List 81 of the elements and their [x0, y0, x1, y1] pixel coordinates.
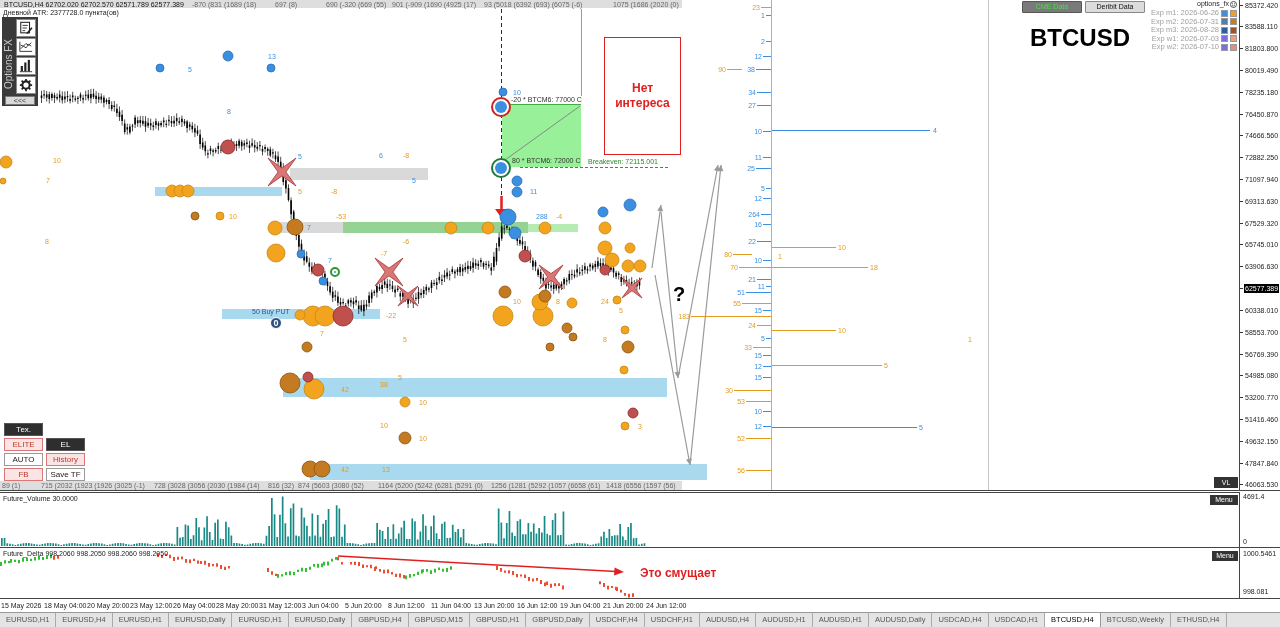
dot-icon	[296, 249, 306, 259]
note-text: Нет интереса	[614, 81, 671, 111]
dot-icon	[612, 295, 622, 305]
dot-icon	[633, 259, 647, 273]
dot-icon	[620, 421, 630, 431]
panel-button[interactable]: Save TF	[46, 468, 85, 481]
ring-marker-icon	[330, 267, 340, 277]
panel-button[interactable]: AUTO	[4, 453, 43, 466]
dot-icon	[215, 211, 225, 221]
dot-icon	[267, 220, 283, 236]
dot-icon	[266, 243, 286, 263]
dot-icon	[332, 305, 354, 327]
dot-icon	[561, 322, 573, 334]
star-marker-icon	[397, 285, 419, 307]
dot-icon	[399, 396, 411, 408]
dot-icon	[181, 184, 195, 198]
symbol-title: BTCUSD	[1030, 24, 1130, 52]
notepad-icon	[19, 21, 33, 35]
dot-icon	[597, 240, 613, 256]
brand-label: Options FX	[3, 38, 15, 91]
question-mark: ?	[673, 283, 686, 305]
dot-icon	[624, 242, 636, 254]
panel-button[interactable]: ELITE	[4, 438, 43, 451]
dot-icon	[621, 340, 635, 354]
settings-icon	[19, 78, 33, 92]
star-marker-icon	[621, 277, 643, 299]
dot-icon	[498, 285, 512, 299]
dot-icon	[619, 365, 629, 375]
smiley-icon	[1230, 0, 1237, 8]
panel-button[interactable]: EL	[46, 438, 85, 451]
dot-icon	[222, 50, 234, 62]
dot-icon	[266, 63, 276, 73]
settings-button[interactable]	[16, 76, 36, 94]
star-marker-icon	[374, 257, 404, 287]
dot-icon	[492, 305, 514, 327]
panel-button[interactable]: History	[46, 453, 85, 466]
dot-icon	[286, 218, 304, 236]
bar-chart-icon	[19, 59, 33, 73]
dot-icon	[499, 208, 517, 226]
dot-icon	[314, 305, 336, 327]
dot-icon	[568, 332, 578, 342]
dot-icon	[311, 263, 325, 277]
ring-marker-icon	[491, 158, 511, 178]
dot-icon	[604, 252, 620, 268]
indicators-button[interactable]	[16, 38, 36, 56]
dot-icon	[508, 226, 522, 240]
count-badge: 0	[270, 317, 282, 329]
dot-icon	[444, 221, 458, 235]
dot-icon	[621, 259, 635, 273]
dot-icon	[538, 221, 552, 235]
dot-icon	[498, 87, 508, 97]
dot-icon	[155, 63, 165, 73]
line-chart-icon	[19, 40, 33, 54]
ring-marker-icon	[491, 97, 511, 117]
dot-icon	[318, 276, 328, 286]
dot-icon	[623, 198, 637, 212]
dot-icon	[620, 325, 630, 335]
dot-icon	[511, 186, 523, 198]
note-text: Это смущает	[640, 566, 717, 580]
dot-icon	[481, 221, 495, 235]
dot-icon	[190, 211, 200, 221]
panel-button[interactable]: FB	[4, 468, 43, 481]
dot-icon	[532, 305, 554, 327]
dot-icon	[313, 460, 331, 478]
dot-icon	[597, 206, 609, 218]
dot-icon	[301, 341, 313, 353]
volume-button[interactable]	[16, 57, 36, 75]
star-marker-icon	[267, 157, 297, 187]
panel-button[interactable]: Тех.	[4, 423, 43, 436]
notes-button[interactable]	[16, 19, 36, 37]
dot-icon	[511, 175, 523, 187]
dot-icon	[566, 297, 578, 309]
dot-icon	[518, 249, 532, 263]
dot-icon	[627, 407, 639, 419]
dot-icon	[538, 289, 552, 303]
dot-icon	[398, 431, 412, 445]
dot-icon	[545, 342, 555, 352]
dot-icon	[599, 264, 611, 276]
star-marker-icon	[538, 264, 564, 290]
dot-icon	[598, 221, 612, 235]
dot-icon	[220, 139, 236, 155]
